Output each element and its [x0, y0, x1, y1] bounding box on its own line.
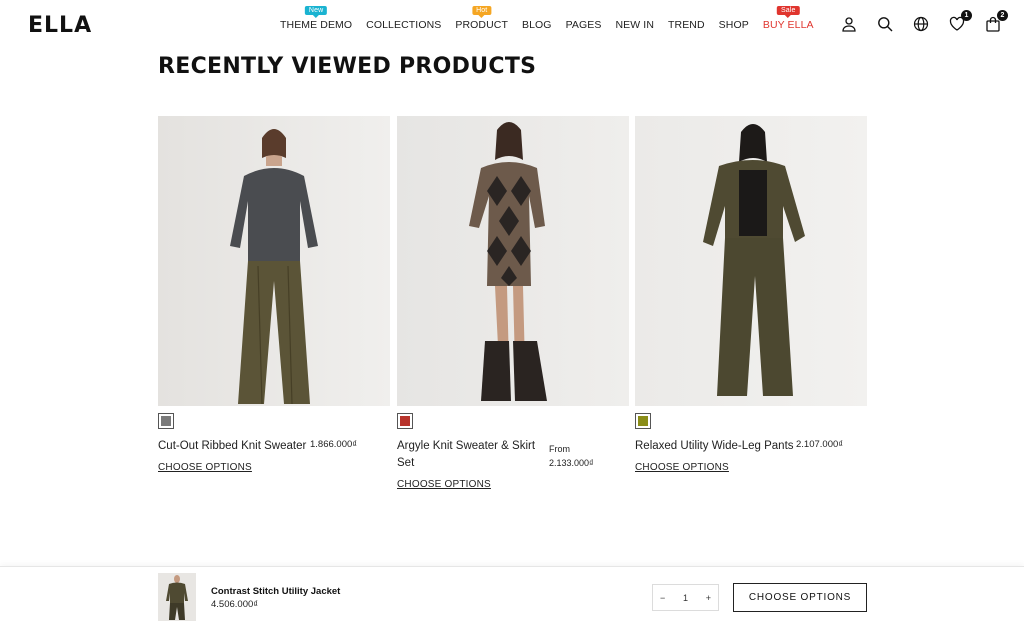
cart-bag-icon[interactable]: 2 [984, 10, 1008, 33]
nav-label: PRODUCT [455, 19, 508, 31]
quantity-input[interactable]: 1 [683, 593, 688, 603]
sticky-add-to-cart-bar: Contrast Stitch Utility Jacket 4.506.000… [0, 566, 1024, 626]
product-card: Cut-Out Ribbed Knit Sweater 1.866.000₫ C… [158, 116, 390, 473]
product-name[interactable]: Cut-Out Ribbed Knit Sweater [158, 438, 308, 455]
product-card: Argyle Knit Sweater & Skirt Set From 2.1… [397, 116, 629, 490]
nav-buy-ella[interactable]: Sale BUY ELLA [762, 6, 814, 31]
wishlist-heart-icon[interactable]: 1 [948, 10, 972, 33]
nav-label: TREND [668, 19, 705, 31]
nav-label: COLLECTIONS [366, 19, 442, 31]
product-name[interactable]: Relaxed Utility Wide-Leg Pants [635, 438, 795, 455]
color-swatch[interactable] [158, 413, 174, 429]
nav-badge-sale: Sale [777, 6, 800, 18]
main-nav: New THEME DEMO COLLECTIONS Hot PRODUCT B… [280, 6, 828, 31]
nav-new-in[interactable]: NEW IN [615, 19, 654, 31]
product-price: 2.107.000₫ [796, 439, 844, 450]
nav-label: PAGES [565, 19, 602, 31]
product-image[interactable] [158, 116, 390, 406]
search-icon[interactable] [876, 15, 894, 33]
site-header: ELLA New THEME DEMO COLLECTIONS Hot PROD… [0, 0, 1024, 50]
account-icon[interactable] [840, 15, 858, 33]
sticky-product-price: 4.506.000₫ [211, 599, 259, 610]
sticky-product-thumbnail [158, 573, 196, 621]
cart-count-badge: 2 [997, 10, 1008, 21]
color-swatch[interactable] [635, 413, 651, 429]
nav-label: SHOP [718, 19, 749, 31]
nav-badge-new: New [304, 6, 328, 18]
nav-label: BUY ELLA [762, 19, 814, 31]
nav-badge-hot: Hot [472, 6, 492, 18]
product-card: Relaxed Utility Wide-Leg Pants 2.107.000… [635, 116, 867, 473]
product-price-block: From 2.133.000₫ [549, 442, 594, 470]
nav-label: NEW IN [615, 19, 654, 31]
product-price: 2.133.000₫ [549, 458, 594, 468]
nav-theme-demo[interactable]: New THEME DEMO [280, 6, 353, 31]
globe-icon[interactable] [912, 15, 930, 33]
sticky-product-name: Contrast Stitch Utility Jacket [211, 586, 341, 597]
product-image[interactable] [635, 116, 867, 406]
nav-product[interactable]: Hot PRODUCT [455, 6, 508, 31]
quantity-increase-button[interactable]: + [706, 593, 711, 603]
choose-options-button[interactable]: CHOOSE OPTIONS [733, 583, 867, 612]
choose-options-link[interactable]: CHOOSE OPTIONS [635, 462, 729, 473]
product-price: 1.866.000₫ [310, 439, 358, 450]
product-name[interactable]: Argyle Knit Sweater & Skirt Set [397, 438, 542, 472]
nav-collections[interactable]: COLLECTIONS [366, 19, 441, 31]
wishlist-count-badge: 1 [961, 10, 972, 21]
nav-label: BLOG [522, 19, 552, 31]
header-icons: 1 2 [840, 10, 1008, 33]
choose-options-link[interactable]: CHOOSE OPTIONS [158, 462, 252, 473]
product-image[interactable] [397, 116, 629, 406]
site-logo[interactable]: ELLA [28, 13, 92, 38]
color-swatch[interactable] [397, 413, 413, 429]
section-title: RECENTLY VIEWED PRODUCTS [158, 54, 537, 79]
nav-blog[interactable]: BLOG [522, 19, 552, 31]
quantity-decrease-button[interactable]: − [660, 593, 665, 603]
price-prefix: From [549, 444, 570, 454]
nav-shop[interactable]: SHOP [719, 19, 749, 31]
nav-label: THEME DEMO [280, 19, 353, 31]
nav-pages[interactable]: PAGES [566, 19, 602, 31]
nav-trend[interactable]: TREND [668, 19, 705, 31]
choose-options-link[interactable]: CHOOSE OPTIONS [397, 479, 491, 490]
quantity-stepper: − 1 + [652, 584, 719, 611]
